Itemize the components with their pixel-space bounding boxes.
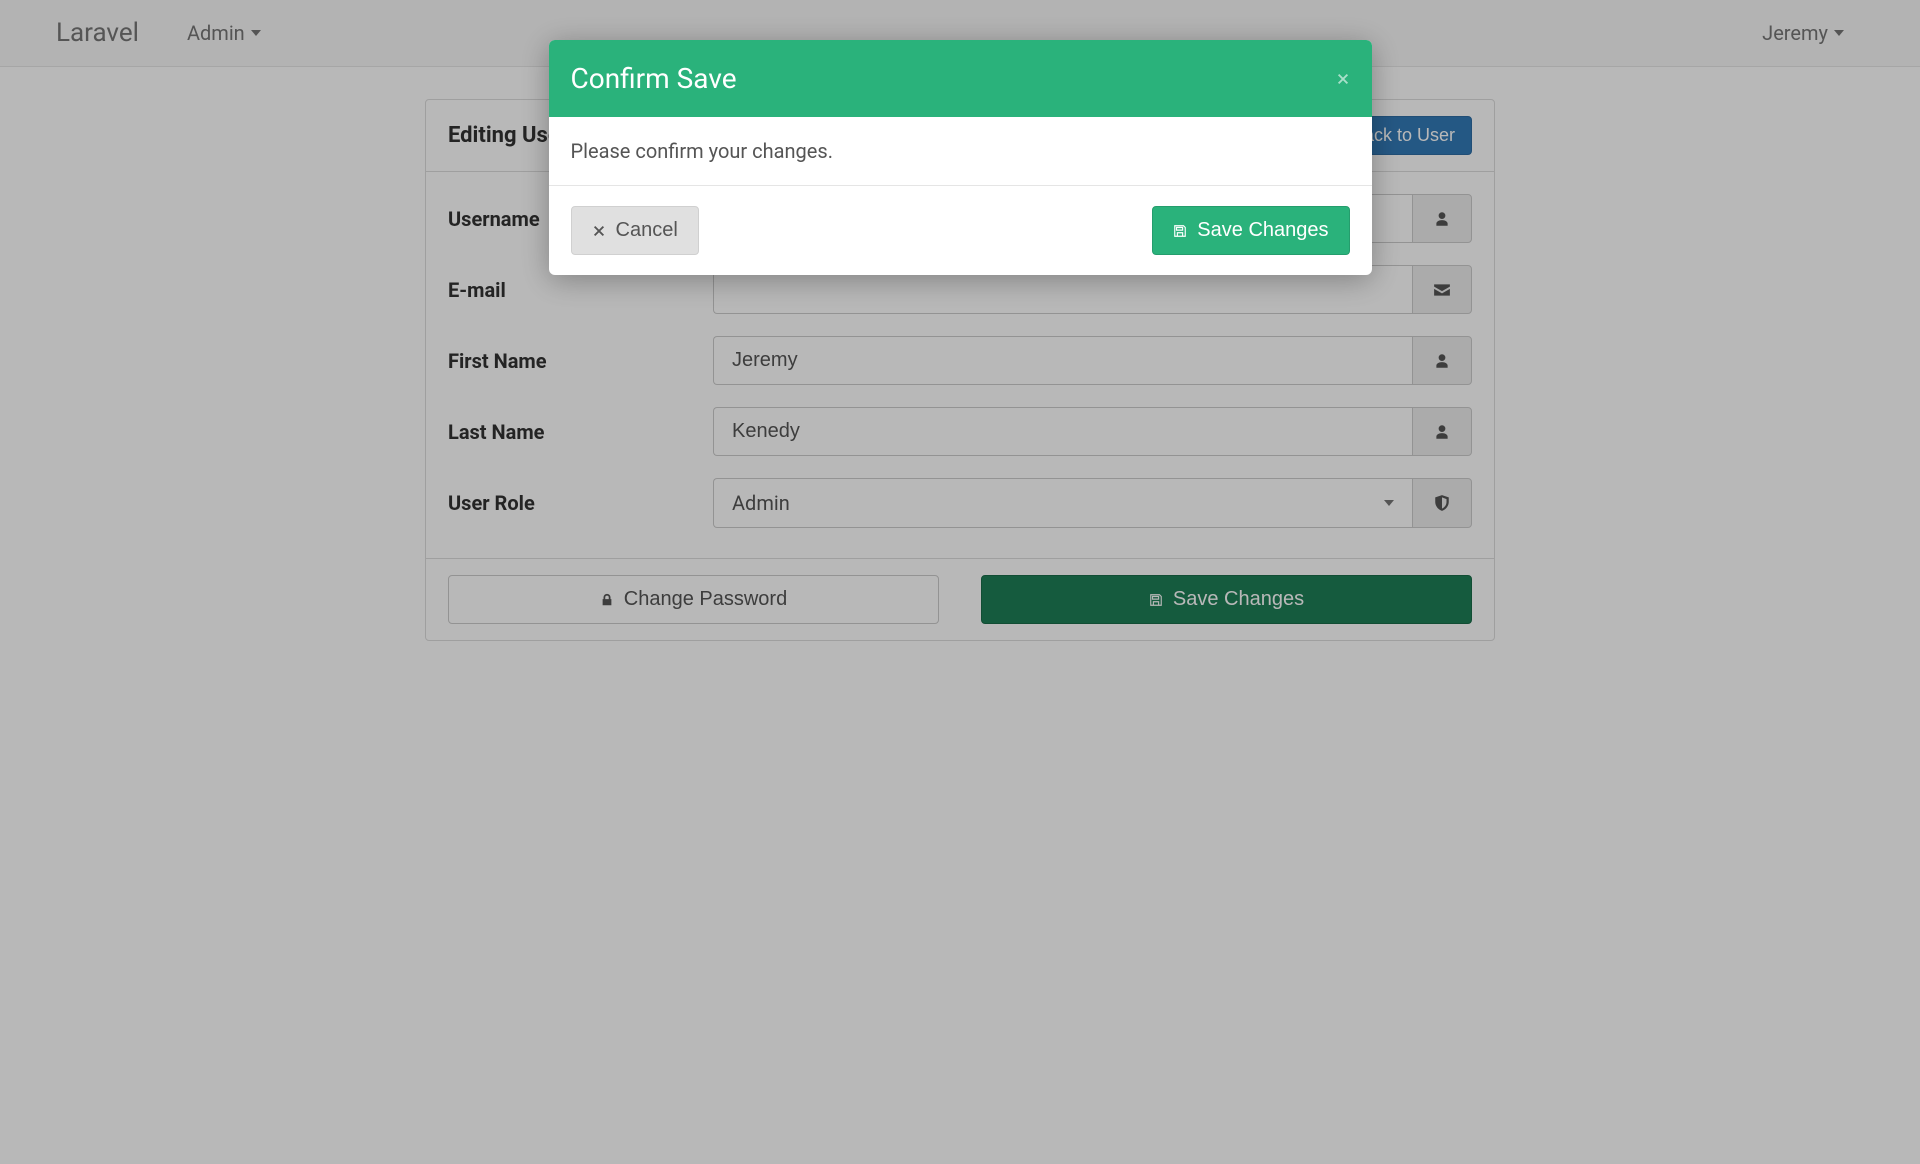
- modal-title: Confirm Save: [571, 62, 737, 95]
- cancel-button[interactable]: Cancel: [571, 206, 699, 255]
- confirm-save-modal: Confirm Save Please confirm your changes…: [549, 40, 1372, 275]
- modal-footer: Cancel Save Changes: [549, 185, 1372, 275]
- cancel-label: Cancel: [616, 219, 678, 242]
- confirm-save-button[interactable]: Save Changes: [1152, 206, 1349, 255]
- modal-close-button[interactable]: [1336, 67, 1350, 91]
- save-icon: [1173, 224, 1187, 238]
- modal-body: Please confirm your changes.: [549, 117, 1372, 185]
- modal-header: Confirm Save: [549, 40, 1372, 117]
- confirm-save-label: Save Changes: [1197, 219, 1328, 242]
- close-icon: [592, 224, 606, 238]
- modal-overlay[interactable]: Confirm Save Please confirm your changes…: [0, 0, 1920, 1164]
- close-icon: [1336, 72, 1350, 86]
